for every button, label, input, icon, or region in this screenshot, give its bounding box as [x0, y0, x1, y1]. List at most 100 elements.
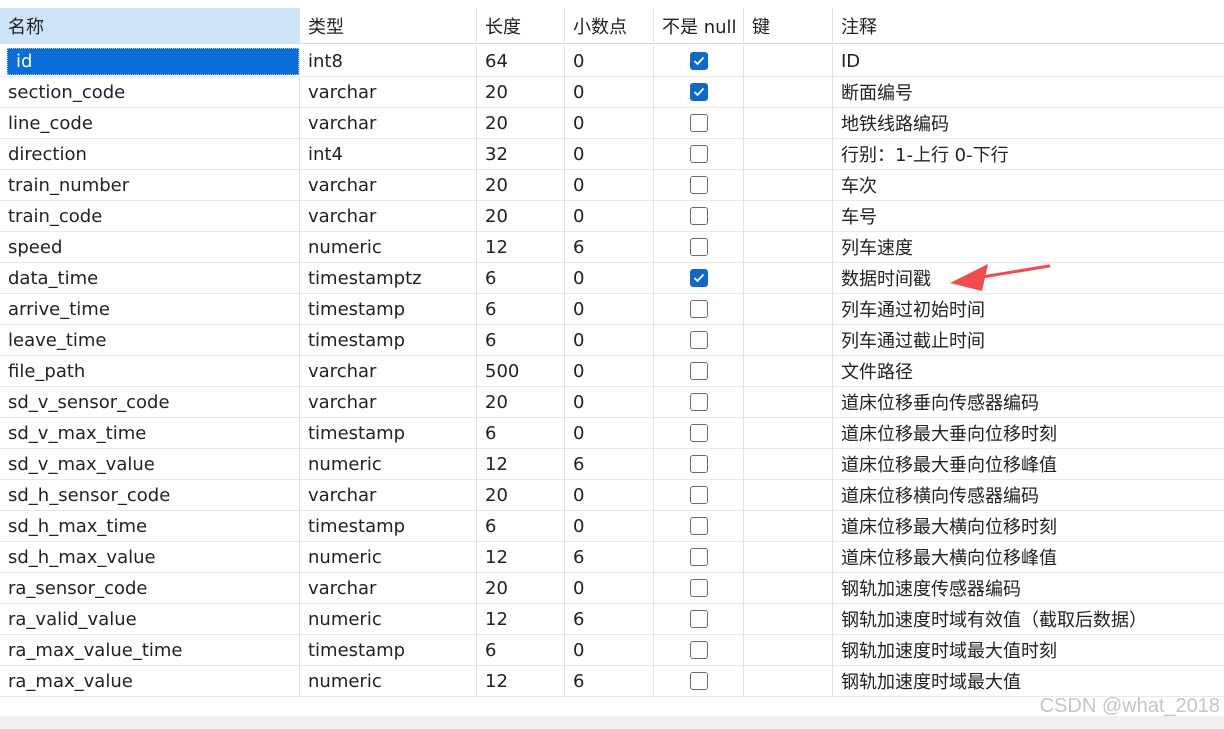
cell-not-null[interactable]: [654, 263, 744, 293]
cell-decimals[interactable]: 6: [565, 449, 654, 479]
cell-name[interactable]: arrive_time: [0, 294, 300, 324]
table-row[interactable]: speed numeric 12 6 列车速度: [0, 232, 1224, 263]
cell-decimals[interactable]: 0: [565, 201, 654, 231]
not-null-checkbox[interactable]: [689, 238, 708, 256]
cell-key[interactable]: [744, 170, 833, 200]
cell-comment[interactable]: 道床位移最大横向位移时刻: [833, 511, 1224, 541]
cell-decimals[interactable]: 0: [565, 108, 654, 138]
cell-comment[interactable]: 文件路径: [833, 356, 1224, 386]
not-null-checkbox[interactable]: [689, 176, 708, 194]
cell-type[interactable]: numeric: [300, 232, 477, 262]
cell-type[interactable]: timestamp: [300, 294, 477, 324]
column-header-length[interactable]: 长度: [477, 8, 565, 43]
cell-decimals[interactable]: 6: [565, 604, 654, 634]
cell-type[interactable]: timestamp: [300, 418, 477, 448]
cell-not-null[interactable]: [654, 232, 744, 262]
cell-type[interactable]: varchar: [300, 77, 477, 107]
table-row[interactable]: sd_h_max_time timestamp 6 0 道床位移最大横向位移时刻: [0, 511, 1224, 542]
cell-name[interactable]: train_code: [0, 201, 300, 231]
cell-not-null[interactable]: [654, 604, 744, 634]
cell-decimals[interactable]: 0: [565, 325, 654, 355]
cell-name[interactable]: leave_time: [0, 325, 300, 355]
table-row[interactable]: section_code varchar 20 0 断面编号: [0, 77, 1224, 108]
cell-comment[interactable]: 道床位移垂向传感器编码: [833, 387, 1224, 417]
cell-type[interactable]: numeric: [300, 604, 477, 634]
cell-key[interactable]: [744, 108, 833, 138]
cell-decimals[interactable]: 0: [565, 480, 654, 510]
cell-not-null[interactable]: [654, 77, 744, 107]
cell-key[interactable]: [744, 635, 833, 665]
cell-name[interactable]: sd_h_max_value: [0, 542, 300, 572]
cell-type[interactable]: timestamp: [300, 511, 477, 541]
cell-type[interactable]: varchar: [300, 573, 477, 603]
table-row[interactable]: sd_v_max_time timestamp 6 0 道床位移最大垂向位移时刻: [0, 418, 1224, 449]
cell-key[interactable]: [744, 573, 833, 603]
cell-name[interactable]: section_code: [0, 77, 300, 107]
cell-decimals[interactable]: 0: [565, 139, 654, 169]
table-row[interactable]: arrive_time timestamp 6 0 列车通过初始时间: [0, 294, 1224, 325]
cell-type[interactable]: varchar: [300, 480, 477, 510]
cell-name[interactable]: data_time: [0, 263, 300, 293]
cell-length[interactable]: 6: [477, 511, 565, 541]
cell-comment[interactable]: 行别：1-上行 0-下行: [833, 139, 1224, 169]
cell-key[interactable]: [744, 294, 833, 324]
cell-length[interactable]: 12: [477, 449, 565, 479]
not-null-checkbox[interactable]: [689, 610, 708, 628]
not-null-checkbox[interactable]: [689, 207, 708, 225]
cell-comment[interactable]: 道床位移最大垂向位移时刻: [833, 418, 1224, 448]
cell-type[interactable]: numeric: [300, 666, 477, 696]
not-null-checkbox[interactable]: [689, 548, 708, 566]
cell-not-null[interactable]: [654, 294, 744, 324]
cell-name[interactable]: ra_valid_value: [0, 604, 300, 634]
table-row[interactable]: sd_h_sensor_code varchar 20 0 道床位移横向传感器编码: [0, 480, 1224, 511]
cell-type[interactable]: varchar: [300, 170, 477, 200]
cell-not-null[interactable]: [654, 356, 744, 386]
cell-decimals[interactable]: 0: [565, 77, 654, 107]
cell-type[interactable]: int4: [300, 139, 477, 169]
column-header-decimals[interactable]: 小数点: [565, 8, 654, 43]
cell-name[interactable]: sd_v_max_value: [0, 449, 300, 479]
cell-not-null[interactable]: [654, 511, 744, 541]
cell-name[interactable]: sd_h_sensor_code: [0, 480, 300, 510]
cell-not-null[interactable]: [654, 201, 744, 231]
cell-length[interactable]: 32: [477, 139, 565, 169]
table-row[interactable]: sd_v_max_value numeric 12 6 道床位移最大垂向位移峰值: [0, 449, 1224, 480]
cell-length[interactable]: 6: [477, 635, 565, 665]
table-row[interactable]: sd_v_sensor_code varchar 20 0 道床位移垂向传感器编码: [0, 387, 1224, 418]
column-header-type[interactable]: 类型: [300, 8, 477, 43]
cell-not-null[interactable]: [654, 387, 744, 417]
cell-not-null[interactable]: [654, 139, 744, 169]
column-header-comment[interactable]: 注释: [833, 8, 1224, 43]
cell-comment[interactable]: 地铁线路编码: [833, 108, 1224, 138]
cell-not-null[interactable]: [654, 666, 744, 696]
cell-not-null[interactable]: [654, 480, 744, 510]
cell-comment[interactable]: 车次: [833, 170, 1224, 200]
cell-decimals[interactable]: 6: [565, 232, 654, 262]
table-row[interactable]: id int8 64 0 ID: [0, 46, 1224, 77]
cell-key[interactable]: [744, 387, 833, 417]
cell-not-null[interactable]: [654, 542, 744, 572]
cell-name-container[interactable]: id: [0, 46, 300, 76]
cell-key[interactable]: [744, 263, 833, 293]
cell-length[interactable]: 20: [477, 170, 565, 200]
cell-length[interactable]: 12: [477, 542, 565, 572]
cell-length[interactable]: 20: [477, 201, 565, 231]
cell-decimals[interactable]: 0: [565, 46, 654, 76]
cell-name[interactable]: speed: [0, 232, 300, 262]
cell-length[interactable]: 12: [477, 604, 565, 634]
not-null-checkbox[interactable]: [689, 641, 708, 659]
cell-name[interactable]: direction: [0, 139, 300, 169]
cell-comment[interactable]: 钢轨加速度时域有效值（截取后数据）: [833, 604, 1224, 634]
cell-type[interactable]: varchar: [300, 387, 477, 417]
table-row[interactable]: train_number varchar 20 0 车次: [0, 170, 1224, 201]
cell-length[interactable]: 20: [477, 108, 565, 138]
not-null-checkbox[interactable]: [689, 424, 708, 442]
not-null-checkbox[interactable]: [689, 579, 708, 597]
table-row[interactable]: leave_time timestamp 6 0 列车通过截止时间: [0, 325, 1224, 356]
cell-length[interactable]: 6: [477, 325, 565, 355]
column-header-key[interactable]: 键: [744, 8, 833, 43]
cell-comment[interactable]: 钢轨加速度时域最大值: [833, 666, 1224, 696]
cell-type[interactable]: int8: [300, 46, 477, 76]
table-row[interactable]: ra_max_value_time timestamp 6 0 钢轨加速度时域最大值时刻: [0, 635, 1224, 666]
cell-key[interactable]: [744, 604, 833, 634]
